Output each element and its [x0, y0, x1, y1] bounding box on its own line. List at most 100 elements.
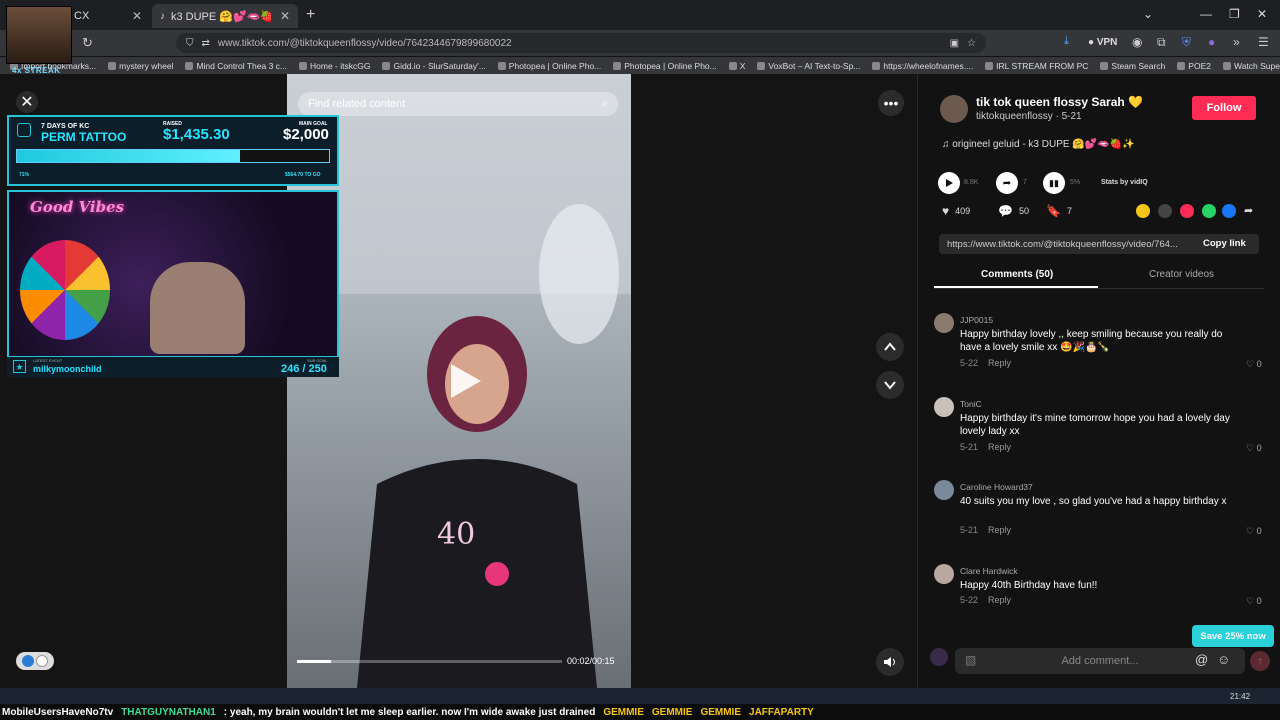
star-icon: ★: [13, 360, 26, 373]
bookmark-item[interactable]: Watch Supernatural - ...: [1222, 61, 1280, 71]
play-icon[interactable]: [443, 360, 485, 402]
engagement-stat: ▮▮: [1043, 172, 1065, 194]
mention-icon[interactable]: @: [1195, 652, 1208, 667]
comment-meta: 5-22 Reply: [960, 358, 1011, 368]
bookmark-item[interactable]: Gidd.io - SlurSaturday'...: [382, 61, 486, 71]
next-video-button[interactable]: [876, 371, 904, 399]
screenshot-icon[interactable]: ▣: [950, 38, 959, 49]
comment-username[interactable]: ToniC: [960, 399, 982, 409]
share-gold-icon[interactable]: [1136, 204, 1150, 218]
bookmark-item[interactable]: POE2: [1177, 61, 1211, 71]
copy-link-button[interactable]: Copy link: [1203, 238, 1246, 249]
like-button[interactable]: ♥ 409: [942, 204, 970, 218]
more-share-arrow-icon[interactable]: ➦: [1244, 204, 1253, 217]
raised-value: $1,435.30: [163, 126, 230, 143]
save-25-button[interactable]: Save 25% now: [1192, 625, 1274, 647]
close-window-button[interactable]: ✕: [1257, 7, 1267, 21]
creator-avatar[interactable]: [940, 95, 968, 123]
stats-by-vidiq[interactable]: Stats by vidIQ: [1101, 179, 1148, 186]
bookmark-item[interactable]: VoxBot – AI Text-to-Sp...: [757, 61, 860, 71]
reload-icon[interactable]: ↻: [82, 35, 93, 51]
save-favorite-button[interactable]: 🔖 7: [1046, 204, 1072, 218]
bookmark-star-icon[interactable]: ☆: [967, 38, 976, 49]
creator-handle[interactable]: tiktokqueenflossy · 5-21: [976, 111, 1082, 122]
reply-button[interactable]: Reply: [988, 595, 1011, 605]
send-friends-icon[interactable]: [1180, 204, 1194, 218]
tracking-icon[interactable]: ⇄: [202, 38, 210, 49]
menu-icon[interactable]: ☰: [1258, 35, 1269, 49]
tab-comments[interactable]: Comments (50): [981, 269, 1053, 280]
vpn-badge[interactable]: ● VPN: [1088, 37, 1117, 48]
close-tab-icon[interactable]: ✕: [132, 9, 142, 23]
browser-tab-2-active[interactable]: ♪ k3 DUPE 🤗💕🫦🍓✨ - ✕: [152, 4, 298, 28]
comment-date: 5-21: [960, 442, 979, 452]
bookmark-label: Mind Control Thea 3 c...: [196, 60, 287, 71]
url-text: www.tiktok.com/@tiktokqueenflossy/video/…: [217, 37, 512, 49]
shield-extension-icon[interactable]: ⛨: [1182, 35, 1191, 50]
bookmark-item[interactable]: Home - itskcGG: [299, 61, 370, 71]
comment-like-button[interactable]: ♡ 0: [1246, 526, 1262, 537]
restore-button[interactable]: ❐: [1229, 7, 1240, 21]
music-credit[interactable]: ♫ origineel geluid - k3 DUPE 🤗💕🫦🍓✨: [942, 139, 1135, 150]
creator-name[interactable]: tik tok queen flossy Sarah 💛: [976, 95, 1143, 109]
user-avatar[interactable]: [930, 648, 948, 666]
shield-icon[interactable]: ⛉: [186, 38, 194, 49]
comment-avatar[interactable]: [934, 397, 954, 417]
bookmark-item[interactable]: Photopea | Online Pho...: [497, 61, 601, 71]
comment-avatar[interactable]: [934, 313, 954, 333]
address-bar[interactable]: ⛉ ⇄ www.tiktok.com/@tiktokqueenflossy/vi…: [176, 33, 986, 53]
vidiq-toggle[interactable]: [16, 652, 54, 670]
saves-count: 7: [1066, 206, 1072, 216]
new-tab-button[interactable]: +: [306, 6, 315, 24]
x-logo-icon: [728, 61, 737, 70]
image-upload-icon[interactable]: ▧: [965, 653, 976, 667]
facebook-icon[interactable]: [1222, 204, 1236, 218]
download-icon[interactable]: ⤓: [1064, 35, 1069, 48]
comment-like-button[interactable]: ♡ 0: [1246, 596, 1262, 607]
comment-avatar[interactable]: [934, 480, 954, 500]
tab-search-chevron-icon[interactable]: ⌄: [1143, 7, 1153, 21]
bookmark-item[interactable]: mystery wheel: [108, 61, 173, 71]
bookmark-item[interactable]: https://wheelofnames....: [872, 61, 973, 71]
bookmark-item[interactable]: Steam Search: [1100, 61, 1165, 71]
close-tab-icon[interactable]: ✕: [280, 9, 290, 23]
comment-text: Happy 40th Birthday have fun!!: [960, 580, 1098, 591]
minimize-button[interactable]: —: [1200, 7, 1212, 21]
comment-username[interactable]: Caroline Howard37: [960, 482, 1033, 492]
whatsapp-icon[interactable]: [1202, 204, 1216, 218]
related-search-input[interactable]: Find related content ⌕: [298, 92, 618, 116]
comment-input[interactable]: ▧ Add comment... @ ☺: [955, 648, 1245, 674]
profile-icon[interactable]: ●: [1208, 35, 1215, 49]
comment-username[interactable]: Clare Hardwick: [960, 566, 1018, 576]
bookmark-icon: [613, 61, 622, 70]
comment-avatar[interactable]: [934, 564, 954, 584]
account-icon[interactable]: ◉: [1132, 35, 1142, 49]
reply-button[interactable]: Reply: [988, 442, 1011, 452]
more-tools-icon[interactable]: »: [1233, 35, 1240, 49]
comment-like-button[interactable]: ♡ 0: [1246, 359, 1262, 370]
comment-like-button[interactable]: ♡ 0: [1246, 443, 1262, 454]
close-video-button[interactable]: ✕: [16, 91, 38, 113]
reply-button[interactable]: Reply: [988, 525, 1011, 535]
bookmark-item[interactable]: Mind Control Thea 3 c...: [185, 61, 287, 71]
embed-icon[interactable]: [1158, 204, 1172, 218]
bookmark-icon: [757, 61, 766, 70]
follow-button[interactable]: Follow: [1192, 96, 1256, 120]
send-comment-button[interactable]: ↑: [1250, 651, 1270, 671]
comment-button[interactable]: 💬 50: [998, 204, 1029, 218]
emoji-icon[interactable]: ☺: [1217, 652, 1230, 667]
bookmark-item[interactable]: Photopea | Online Pho...: [613, 61, 717, 71]
comment-meta: 5-22 Reply: [960, 595, 1011, 605]
volume-button[interactable]: [876, 648, 904, 676]
comment-username[interactable]: JJP0015: [960, 315, 993, 325]
more-options-button[interactable]: •••: [878, 90, 904, 116]
tab-creator-videos[interactable]: Creator videos: [1149, 269, 1214, 280]
reply-button[interactable]: Reply: [988, 358, 1011, 368]
video-progress-track[interactable]: [297, 660, 562, 663]
extensions-icon[interactable]: ⧉: [1157, 35, 1166, 50]
goal-title-2: PERM TATTOO: [41, 130, 127, 144]
bookmark-item[interactable]: X: [728, 61, 745, 71]
previous-video-button[interactable]: [876, 333, 904, 361]
bookmark-item[interactable]: IRL STREAM FROM PC: [985, 61, 1088, 71]
search-icon[interactable]: ⌕: [602, 98, 608, 111]
